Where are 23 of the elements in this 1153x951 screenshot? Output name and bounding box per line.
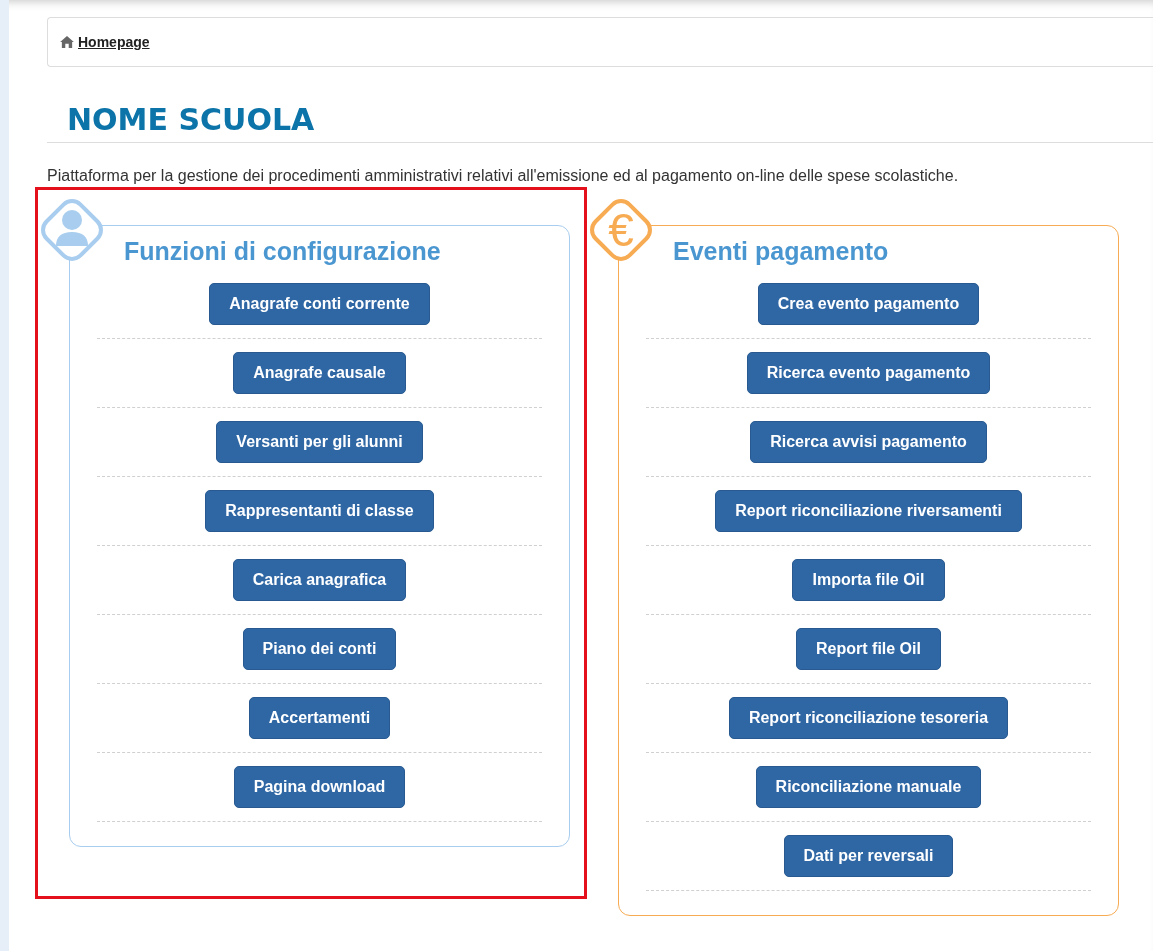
action-button[interactable]: Report riconciliazione riversamenti <box>715 490 1022 532</box>
action-button[interactable]: Carica anagrafica <box>232 559 407 601</box>
action-button[interactable]: Report file Oil <box>796 628 941 670</box>
page-title: NOME SCUOLA <box>47 102 1153 143</box>
action-button[interactable]: Report riconciliazione tesoreria <box>728 697 1009 739</box>
action-button[interactable]: Accertamenti <box>248 697 391 739</box>
action-button[interactable]: Anagrafe causale <box>233 352 406 394</box>
action-button[interactable]: Rappresentanti di classe <box>205 490 434 532</box>
action-button[interactable]: Ricerca avvisi pagamento <box>750 421 987 463</box>
action-button[interactable]: Pagina download <box>233 766 406 808</box>
action-button[interactable]: Importa file Oil <box>792 559 945 601</box>
action-button[interactable]: Riconciliazione manuale <box>755 766 982 808</box>
action-button[interactable]: Anagrafe conti corrente <box>209 283 430 325</box>
action-button[interactable]: Ricerca evento pagamento <box>746 352 991 394</box>
action-button[interactable]: Versanti per gli alunni <box>216 421 423 463</box>
panel-title: Eventi pagamento <box>673 236 890 266</box>
panel-title: Funzioni di configurazione <box>124 236 442 266</box>
home-icon <box>60 36 74 48</box>
action-button[interactable]: Crea evento pagamento <box>757 283 980 325</box>
action-button[interactable]: Piano dei conti <box>242 628 397 670</box>
homepage-link[interactable]: Homepage <box>78 34 150 50</box>
description-text: Piattaforma per la gestione dei procedimenti amministrativi relativi all'emissione ed al pagamento on-line delle spese scolastiche. <box>47 167 960 185</box>
action-button[interactable]: Dati per reversali <box>783 835 954 877</box>
